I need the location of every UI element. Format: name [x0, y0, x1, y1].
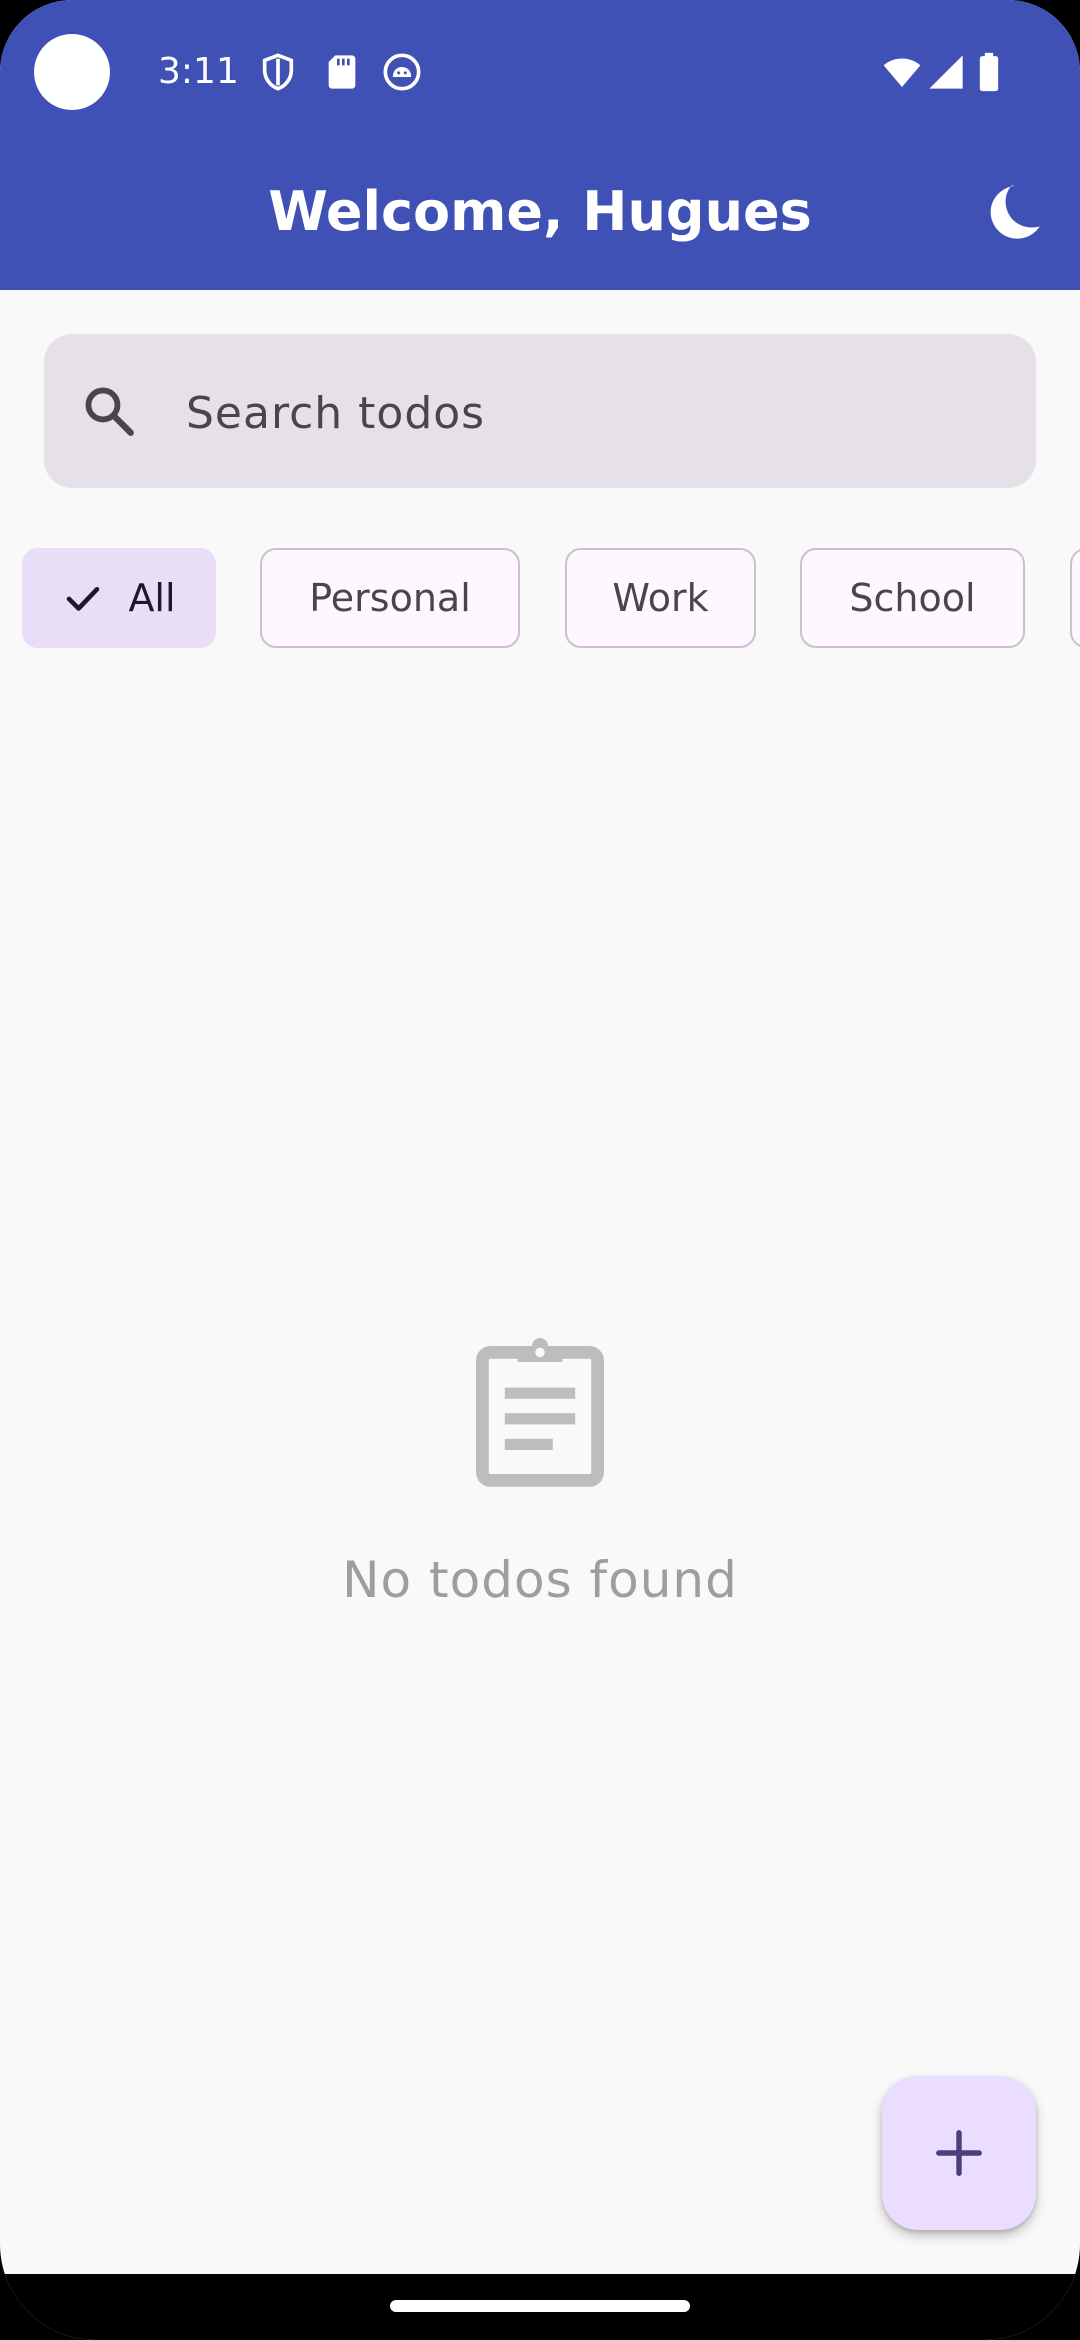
check-icon	[62, 577, 104, 619]
filter-chip-label: Personal	[309, 576, 471, 620]
home-gesture-handle[interactable]	[390, 2300, 690, 2312]
add-todo-button[interactable]	[882, 2076, 1036, 2230]
battery-icon	[974, 52, 1004, 92]
theme-toggle-button[interactable]	[980, 180, 1044, 244]
moon-icon	[980, 180, 1044, 244]
filter-chip-label: School	[849, 576, 976, 620]
camera-cutout	[34, 34, 110, 110]
shield-icon	[258, 52, 298, 92]
status-time: 3:11	[158, 51, 239, 92]
android-icon	[382, 52, 422, 92]
plus-icon	[932, 2126, 986, 2180]
filter-chip-personal[interactable]: Personal	[260, 548, 520, 648]
search-icon	[80, 382, 138, 440]
wifi-icon	[880, 52, 924, 92]
filter-chip-all[interactable]: All	[22, 548, 216, 648]
filter-chip-overflow[interactable]	[1070, 548, 1080, 648]
status-bar: 3:11	[0, 0, 1080, 140]
app-bar: 3:11 Welcome, Hugues	[0, 0, 1080, 290]
search-input[interactable]	[184, 370, 1008, 456]
sd-card-icon	[322, 52, 362, 92]
filter-chip-work[interactable]: Work	[565, 548, 756, 648]
filter-chip-label: All	[128, 576, 176, 620]
filter-chip-label: Work	[612, 576, 709, 620]
clipboard-icon	[460, 1330, 620, 1490]
page-title: Welcome, Hugues	[268, 180, 812, 243]
filter-chip-school[interactable]: School	[800, 548, 1025, 648]
app-screen: 3:11 Welcome, Hugues Search todos All Pe…	[0, 0, 1080, 2340]
filter-chips: All Personal Work School	[0, 548, 1080, 652]
cell-signal-icon	[926, 52, 966, 92]
empty-state-message: No todos found	[342, 1551, 738, 1609]
